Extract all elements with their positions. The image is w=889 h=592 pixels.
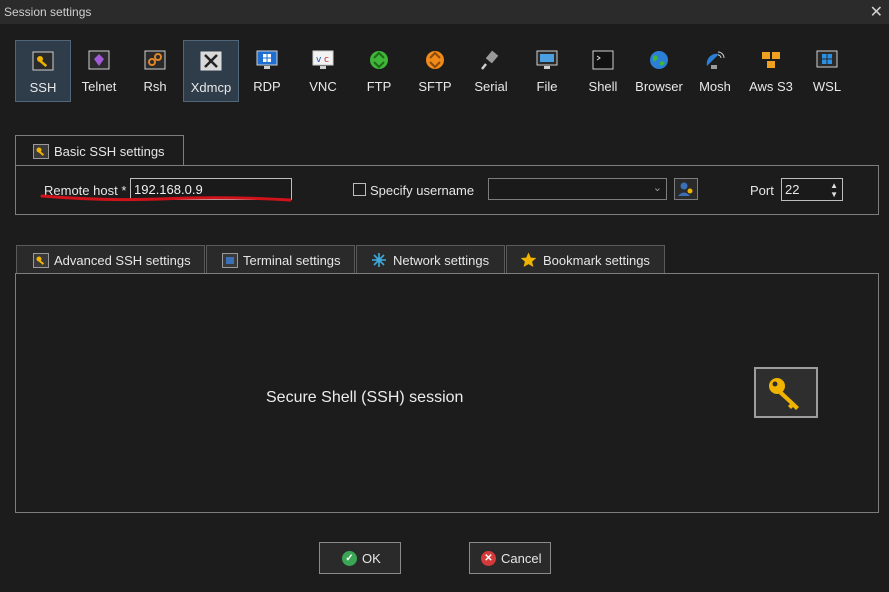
rdp-icon	[256, 50, 278, 69]
session-type-xdmcp[interactable]: Xdmcp	[183, 40, 239, 102]
tab-label: Network settings	[393, 253, 490, 268]
session-type-sftp[interactable]: SFTP	[407, 40, 463, 102]
spin-up-icon[interactable]: ▲	[830, 182, 838, 190]
session-type-label: SFTP	[418, 79, 452, 94]
window-title: Session settings	[4, 5, 92, 19]
cancel-label: Cancel	[501, 551, 542, 566]
session-type-label: Mosh	[699, 79, 731, 94]
mosh-icon	[706, 51, 725, 69]
network-icon	[372, 253, 386, 267]
ftp-icon	[370, 51, 388, 69]
specify-username-checkbox[interactable]	[353, 183, 366, 196]
session-type-vnc[interactable]: vc VNC	[295, 40, 351, 102]
session-type-toolbar: SSH Telnet Rsh Xdmcp RDP vc VNC FTP SFTP…	[15, 40, 875, 103]
tab-label: Terminal settings	[243, 253, 341, 268]
tab-label: Basic SSH settings	[54, 144, 165, 159]
telnet-icon	[88, 50, 110, 70]
spin-down-icon[interactable]: ▼	[830, 191, 838, 199]
port-value: 22	[785, 182, 800, 197]
session-description: Secure Shell (SSH) session	[266, 389, 464, 406]
rsh-icon	[144, 50, 166, 70]
session-type-label: Xdmcp	[190, 80, 232, 95]
session-type-rsh[interactable]: Rsh	[127, 40, 183, 102]
cancel-icon: ✕	[481, 551, 496, 566]
title-bar: Session settings ✕	[0, 0, 889, 24]
file-icon	[536, 50, 558, 69]
session-type-rdp[interactable]: RDP	[239, 40, 295, 102]
key-icon	[33, 144, 49, 159]
session-type-browser[interactable]: Browser	[631, 40, 687, 102]
shell-icon	[592, 50, 614, 70]
session-type-shell[interactable]: Shell	[575, 40, 631, 102]
port-input[interactable]: 22 ▲ ▼	[781, 178, 843, 201]
ok-label: OK	[362, 551, 381, 566]
serial-icon	[481, 50, 499, 70]
port-label: Port	[750, 183, 774, 198]
vnc-icon: vc	[312, 50, 334, 69]
xdmcp-icon	[200, 51, 222, 71]
session-type-wsl[interactable]: WSL	[799, 40, 855, 102]
session-type-label: VNC	[309, 79, 337, 94]
tab-bookmark-settings[interactable]: Bookmark settings	[506, 245, 665, 273]
username-select[interactable]: ⌄	[488, 178, 667, 200]
session-type-mosh[interactable]: Mosh	[687, 40, 743, 102]
tab-basic-ssh-settings[interactable]: Basic SSH settings	[15, 135, 184, 166]
tab-label: Bookmark settings	[543, 253, 650, 268]
tab-terminal-settings[interactable]: Terminal settings	[206, 245, 355, 273]
session-type-ssh[interactable]: SSH	[15, 40, 71, 102]
star-icon	[520, 252, 537, 267]
ok-button[interactable]: ✓ OK	[319, 542, 401, 574]
session-type-label: FTP	[366, 79, 392, 94]
session-type-telnet[interactable]: Telnet	[71, 40, 127, 102]
session-type-label: Telnet	[81, 79, 117, 94]
session-type-label: RDP	[253, 79, 281, 94]
aws-s3-icon	[762, 52, 780, 68]
tab-network-settings[interactable]: Network settings	[356, 245, 505, 273]
check-icon: ✓	[342, 551, 357, 566]
cancel-button[interactable]: ✕ Cancel	[469, 542, 551, 574]
close-icon[interactable]: ✕	[870, 2, 883, 22]
key-icon	[32, 51, 54, 71]
session-type-serial[interactable]: Serial	[463, 40, 519, 102]
session-type-aws-s3[interactable]: Aws S3	[743, 40, 799, 102]
user-manager-button[interactable]	[674, 178, 698, 200]
ssh-key-image	[754, 367, 818, 418]
session-type-label: Browser	[635, 79, 683, 94]
session-type-label: Aws S3	[749, 79, 793, 94]
tab-label: Advanced SSH settings	[54, 253, 191, 268]
svg-text:c: c	[324, 55, 329, 65]
key-icon	[769, 378, 799, 410]
session-type-label: WSL	[812, 79, 842, 94]
session-type-label: File	[536, 79, 558, 94]
terminal-icon	[222, 253, 238, 268]
user-icon	[678, 182, 693, 196]
globe-icon	[650, 51, 668, 69]
wsl-icon	[816, 50, 838, 68]
sftp-icon	[426, 51, 444, 69]
session-type-ftp[interactable]: FTP	[351, 40, 407, 102]
svg-text:v: v	[316, 55, 322, 65]
red-underline-annotation	[40, 194, 292, 202]
chevron-down-icon: ⌄	[652, 182, 662, 194]
session-type-file[interactable]: File	[519, 40, 575, 102]
session-type-label: Serial	[474, 79, 508, 94]
session-type-label: SSH	[29, 80, 57, 95]
session-type-label: Rsh	[143, 79, 167, 94]
specify-username-label[interactable]: Specify username	[370, 183, 474, 198]
key-icon	[33, 253, 49, 268]
tab-advanced-ssh-settings[interactable]: Advanced SSH settings	[16, 245, 205, 273]
session-type-label: Shell	[588, 79, 618, 94]
